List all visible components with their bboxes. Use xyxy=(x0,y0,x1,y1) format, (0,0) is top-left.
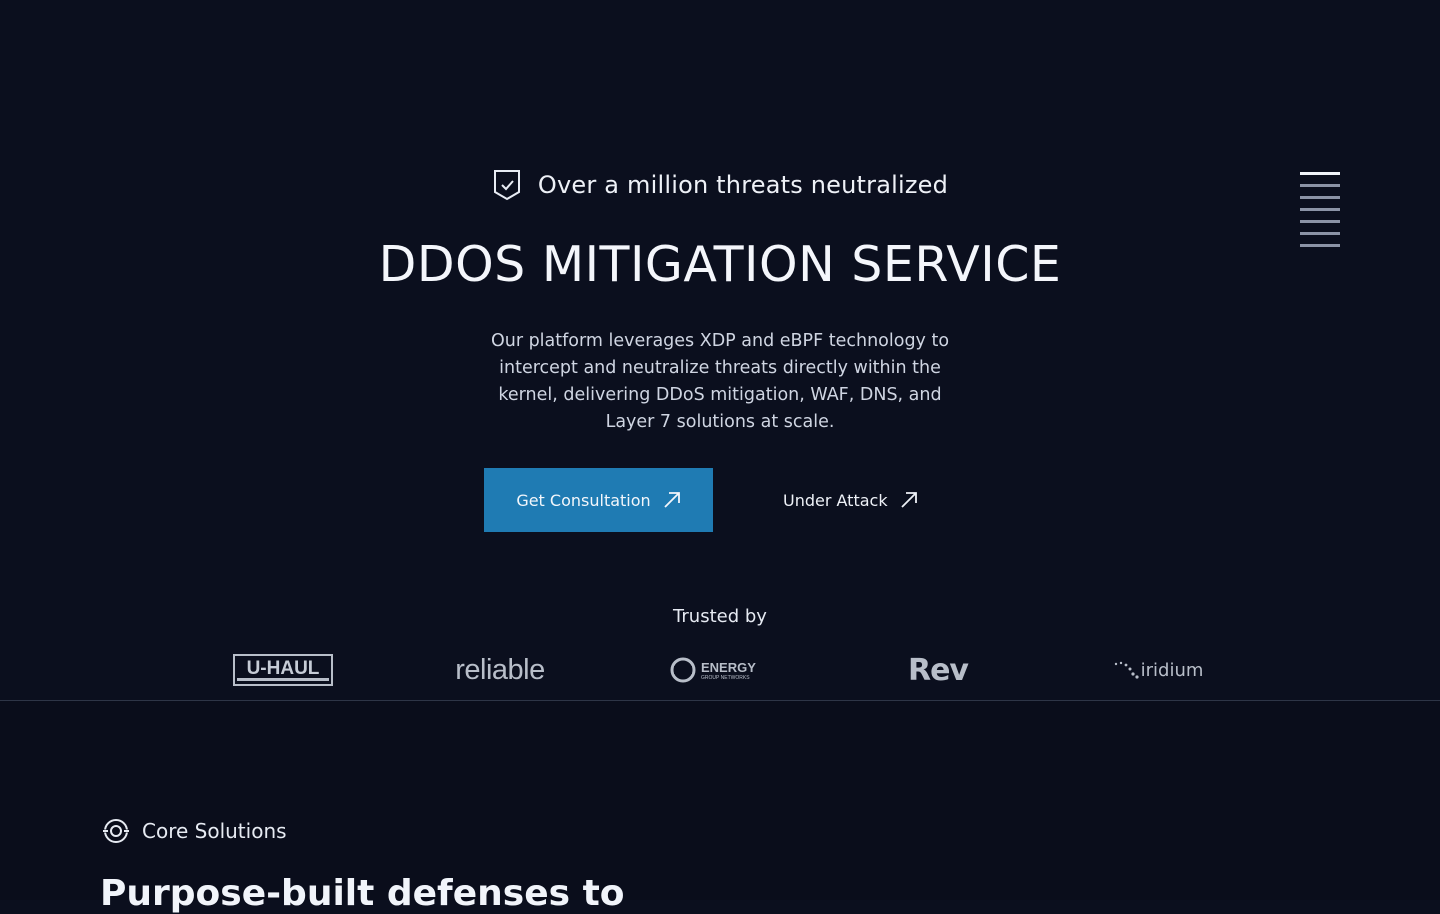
reliable-logo: reliable xyxy=(440,650,560,690)
energy-logo-mark: ENERGY GROUP NETWORKS xyxy=(670,657,756,683)
under-attack-label: Under Attack xyxy=(783,490,888,510)
uhaul-logo: U-HAUL xyxy=(233,650,333,690)
get-consultation-button[interactable]: Get Consultation xyxy=(484,468,713,532)
energy-logo: ENERGY GROUP NETWORKS xyxy=(670,650,774,690)
core-solutions-section: Core Solutions Purpose-built defenses to xyxy=(0,701,1440,914)
arrow-up-right-icon xyxy=(900,492,917,508)
under-attack-button[interactable]: Under Attack xyxy=(777,468,924,532)
uhaul-logo-mark: U-HAUL xyxy=(233,654,333,686)
get-consultation-label: Get Consultation xyxy=(516,490,651,510)
client-logos: U-HAUL reliable ENERGY GROUP NETWORKS Re… xyxy=(0,650,1440,692)
iridium-logo-text: iridium xyxy=(1140,659,1204,681)
iridium-dots-icon xyxy=(1114,661,1139,679)
hero-description: Our platform leverages XDP and eBPF tech… xyxy=(490,331,950,432)
trusted-by-label: Trusted by xyxy=(673,606,767,627)
badge-text: Over a million threats neutralized xyxy=(537,171,949,199)
core-solutions-eyebrow: Core Solutions xyxy=(102,817,287,845)
rev-logo-text: Rev xyxy=(907,652,969,688)
hamburger-menu-icon[interactable] xyxy=(1300,172,1340,252)
core-solutions-label: Core Solutions xyxy=(142,819,287,843)
cta-row: Get Consultation Under Attack xyxy=(484,468,924,532)
page-title: DDOS MITIGATION SERVICE xyxy=(378,236,1062,293)
target-icon xyxy=(102,819,130,843)
energy-logo-text: ENERGY xyxy=(701,660,756,675)
iridium-logo: iridium xyxy=(1106,650,1210,690)
reliable-logo-text: reliable xyxy=(455,653,545,686)
shield-check-icon xyxy=(493,170,520,201)
uhaul-logo-text: U-HAUL xyxy=(247,658,320,679)
energy-logo-subtext: GROUP NETWORKS xyxy=(701,675,750,681)
arrow-up-right-icon xyxy=(664,492,680,508)
hero-section: Over a million threats neutralized DDOS … xyxy=(0,0,1440,700)
threats-badge: Over a million threats neutralized xyxy=(0,168,1440,202)
rev-logo: Rev xyxy=(896,650,980,690)
solutions-heading: Purpose-built defenses to xyxy=(100,873,625,914)
